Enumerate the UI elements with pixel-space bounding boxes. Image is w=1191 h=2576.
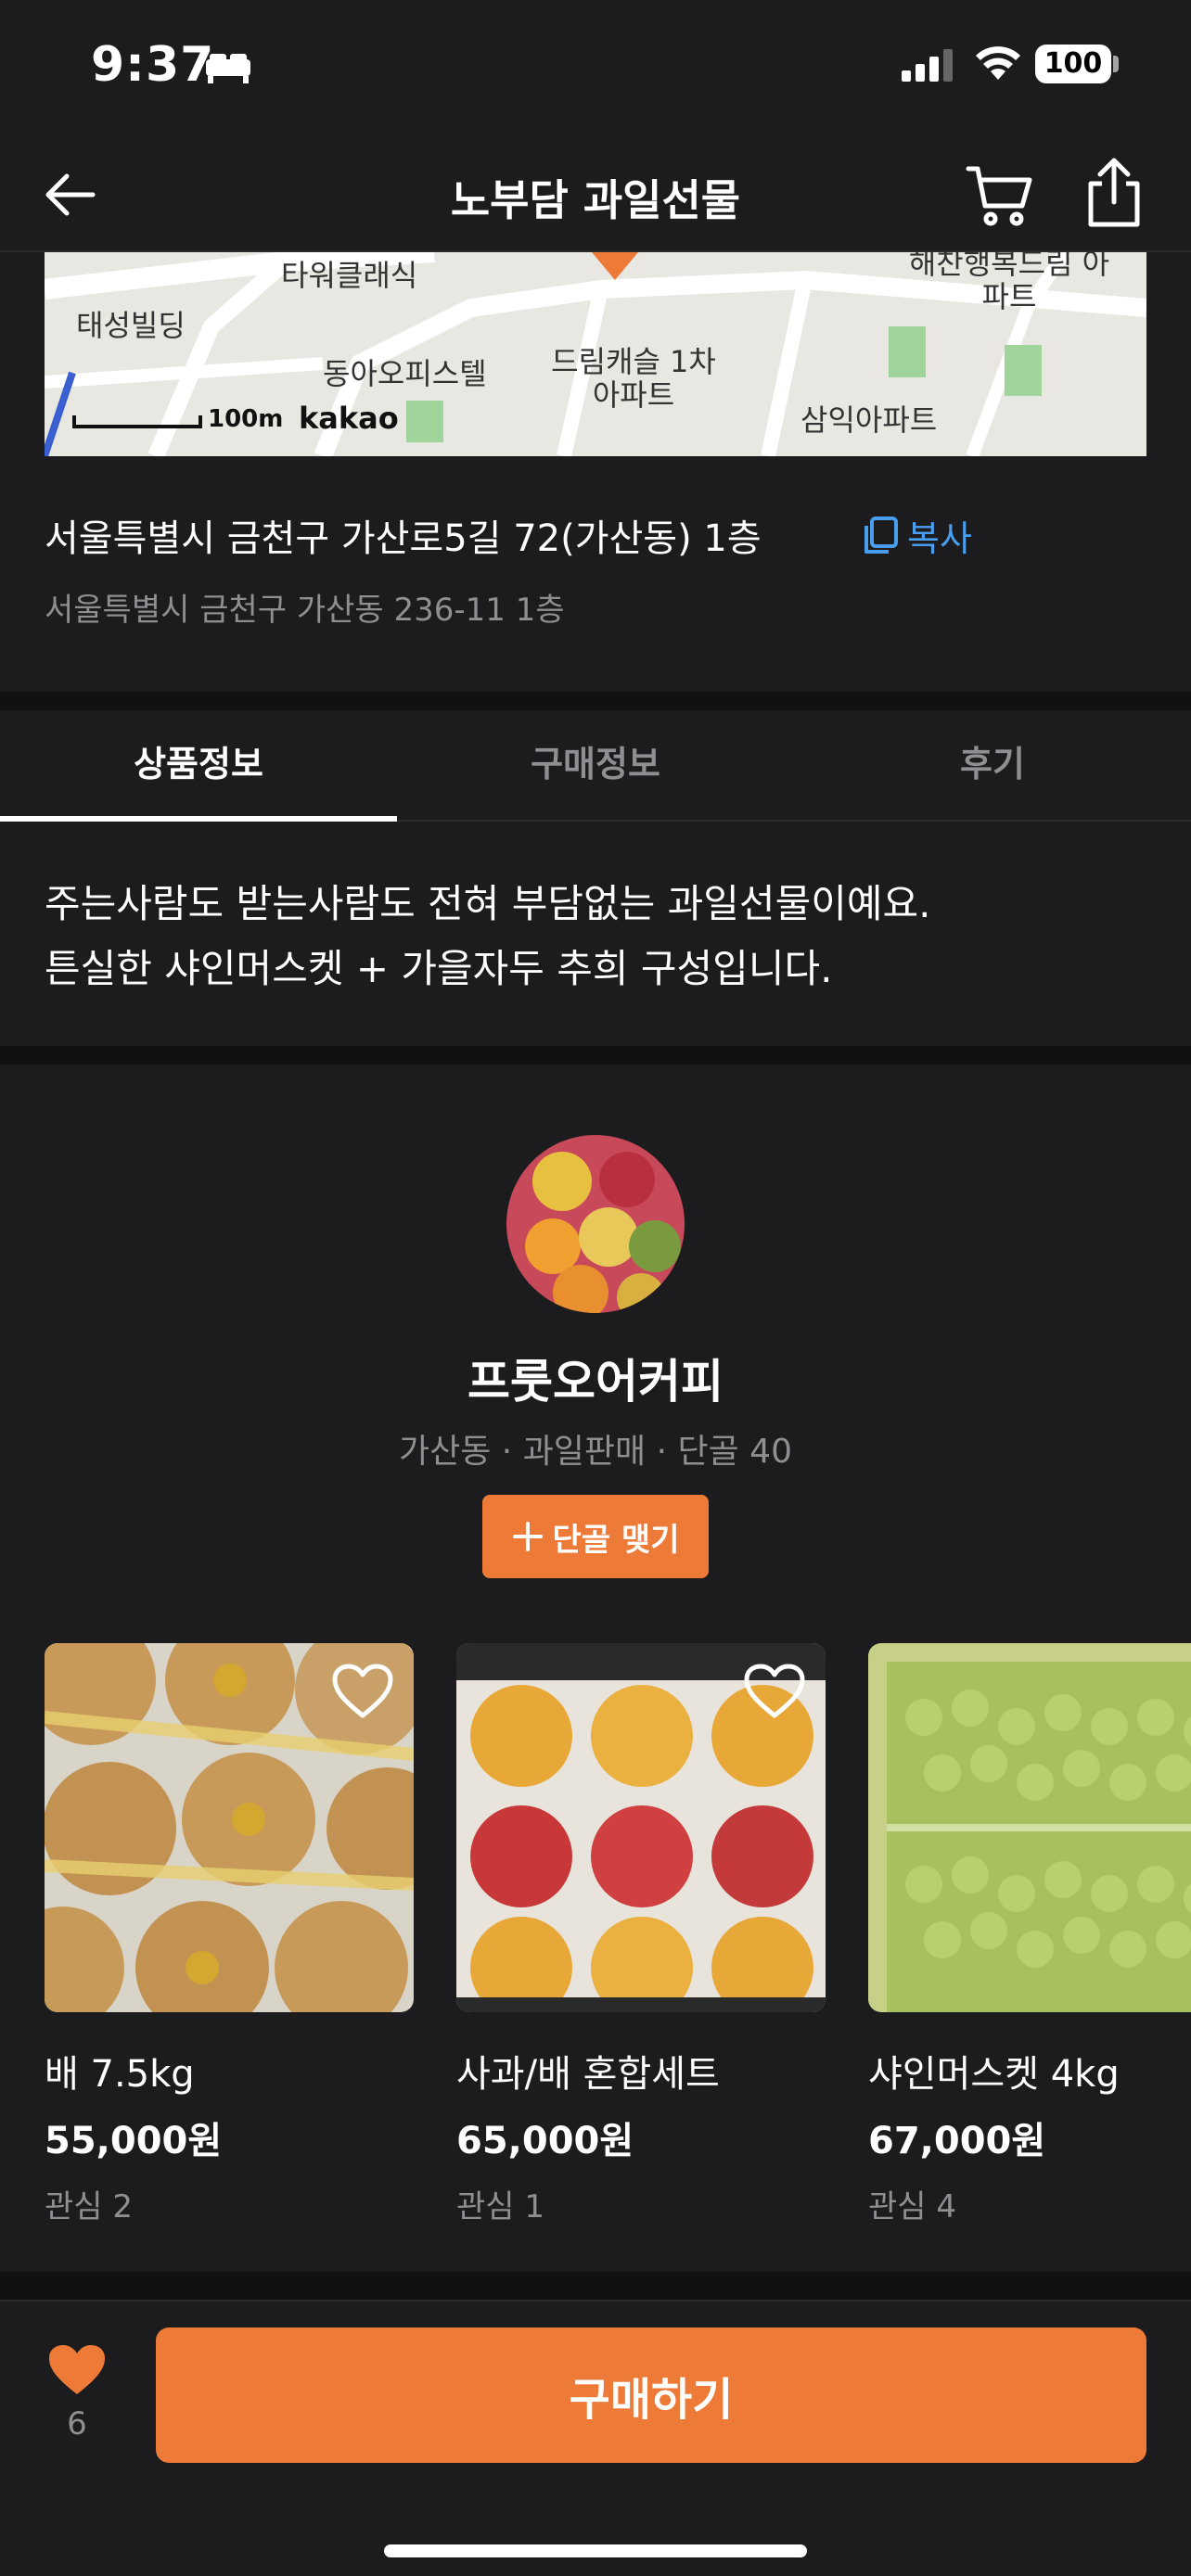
- tab-product-info[interactable]: 상품정보: [0, 712, 397, 822]
- section-divider: [0, 1046, 1191, 1065]
- heart-outline-icon[interactable]: [332, 1664, 393, 1719]
- product-image: [456, 1643, 826, 2012]
- map-label: 태성빌딩: [76, 308, 186, 343]
- section-divider: [0, 2272, 1191, 2300]
- follow-store-button[interactable]: 단골 맺기: [482, 1495, 709, 1578]
- plus-icon: [512, 1522, 543, 1551]
- status-time: 9:37: [91, 37, 215, 93]
- like-count: 6: [67, 2405, 87, 2442]
- shine-muscat-box-image: [868, 1643, 1191, 2012]
- detail-tabs: 상품정보 구매정보 후기: [0, 712, 1191, 822]
- road-address: 서울특별시 금천구 가산로5길 72(가산동) 1층: [45, 517, 762, 560]
- copy-icon: [864, 516, 898, 554]
- map-scale-bar: [72, 415, 202, 428]
- status-bar: 9:37 100: [0, 0, 1191, 139]
- wifi-icon: [976, 46, 1020, 80]
- lot-address: 서울특별시 금천구 가산동 236-11 1층: [45, 592, 565, 629]
- map-label: 해찬행복드림 아파트: [908, 252, 1110, 314]
- description-line: 주는사람도 받는사람도 전혀 부담없는 과일선물이예요.: [45, 881, 931, 926]
- map-label: 동아오피스텔: [323, 356, 487, 391]
- map-provider-logo: kakao: [299, 401, 399, 436]
- heart-outline-icon[interactable]: [744, 1664, 805, 1719]
- map-scale-label: 100m: [208, 405, 284, 433]
- product-card[interactable]: 사과/배 혼합세트 65,000원 관심 1: [456, 1643, 826, 2226]
- product-image: [45, 1643, 414, 2012]
- product-card[interactable]: 배 7.5kg 55,000원 관심 2: [45, 1643, 414, 2226]
- buy-button[interactable]: 구매하기: [156, 2327, 1146, 2463]
- home-indicator: [384, 2544, 807, 2557]
- section-divider: [0, 692, 1191, 710]
- store-name[interactable]: 프룻오어커피: [0, 1345, 1191, 1411]
- product-likes: 관심 4: [868, 2188, 956, 2225]
- product-name: 사과/배 혼합세트: [456, 2053, 720, 2096]
- location-map[interactable]: 타워클래식 태성빌딩 동아오피스텔 드림캐슬 1차아파트 해찬행복드림 아파트 …: [45, 252, 1146, 456]
- navigation-bar: 노부담 과일선물: [0, 139, 1191, 252]
- product-card[interactable]: 샤인머스켓 4kg 67,000원 관심 4: [868, 1643, 1191, 2226]
- share-icon[interactable]: [1082, 156, 1146, 230]
- store-avatar-image: [506, 1135, 685, 1313]
- map-label: 드림캐슬 1차아파트: [551, 344, 716, 413]
- heart-filled-icon[interactable]: [46, 2342, 108, 2398]
- product-likes: 관심 1: [456, 2188, 544, 2225]
- cellular-signal-icon: [902, 49, 953, 82]
- battery-tip: [1113, 56, 1119, 72]
- tab-purchase-info[interactable]: 구매정보: [397, 712, 794, 820]
- product-description: 주는사람도 받는사람도 전혀 부담없는 과일선물이예요. 튼실한 샤인머스켓 +…: [45, 872, 930, 1001]
- product-image: [868, 1643, 1191, 2012]
- product-name: 샤인머스켓 4kg: [868, 2053, 1120, 2096]
- product-name: 배 7.5kg: [45, 2053, 195, 2096]
- tab-reviews[interactable]: 후기: [794, 712, 1191, 820]
- copy-label: 복사: [907, 518, 972, 559]
- store-avatar[interactable]: [506, 1135, 685, 1313]
- cart-icon[interactable]: [965, 159, 1035, 230]
- product-price: 55,000원: [45, 2120, 223, 2162]
- follow-label: 단골 맺기: [552, 1521, 680, 1559]
- copy-address-button[interactable]: 복사: [863, 510, 972, 561]
- product-price: 65,000원: [456, 2120, 634, 2162]
- product-likes: 관심 2: [45, 2188, 133, 2225]
- map-label: 삼익아파트: [800, 402, 938, 438]
- battery-indicator: 100: [1035, 45, 1111, 83]
- map-label: 타워클래식: [281, 258, 418, 293]
- store-meta: 가산동 · 과일판매 · 단골 40: [399, 1433, 792, 1471]
- bottom-action-bar: 6 구매하기: [0, 2300, 1191, 2576]
- description-line: 튼실한 샤인머스켓 + 가을자두 추희 구성입니다.: [45, 946, 833, 991]
- sleep-mode-icon: [206, 54, 250, 83]
- product-price: 67,000원: [868, 2120, 1046, 2162]
